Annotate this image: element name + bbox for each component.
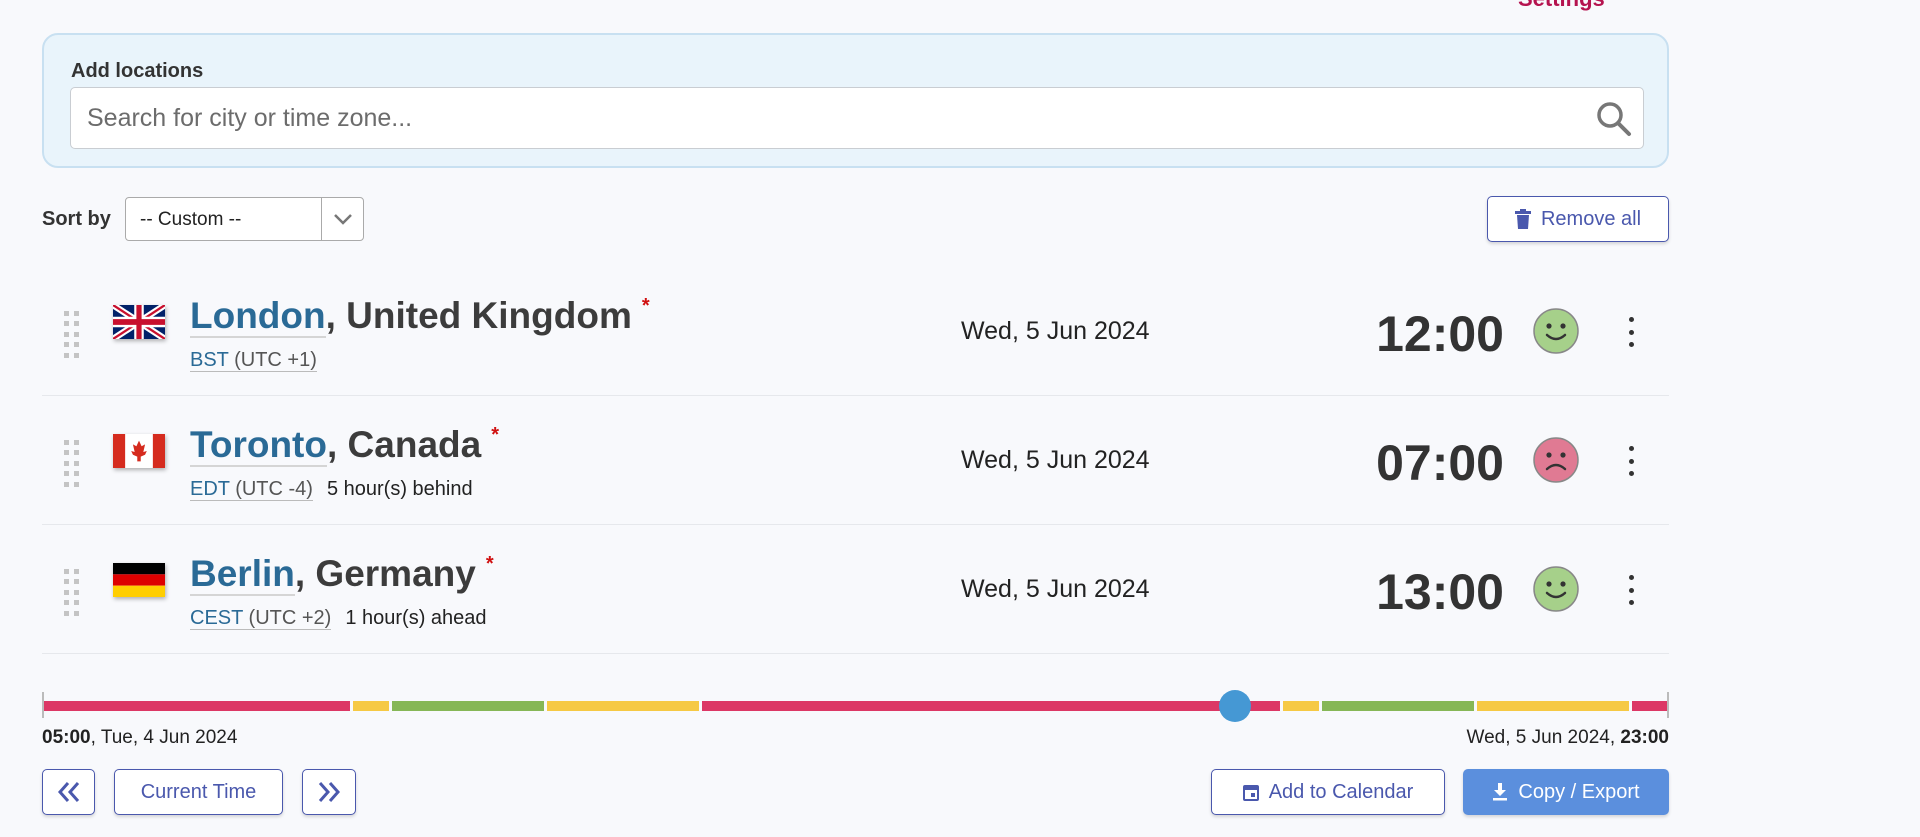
drag-handle-icon[interactable] <box>64 569 82 617</box>
previous-day-button[interactable] <box>42 769 95 815</box>
remove-all-button[interactable]: Remove all <box>1487 196 1669 242</box>
location-date: Wed, 5 Jun 2024 <box>961 575 1150 603</box>
timeline-segment-bad <box>42 701 351 711</box>
required-star-icon: * <box>641 295 650 317</box>
add-to-calendar-label: Add to Calendar <box>1268 780 1414 803</box>
trash-icon <box>1514 209 1531 229</box>
add-locations-panel: Add locations <box>42 33 1669 168</box>
timeline-start-label: 05:00, Tue, 4 Jun 2024 <box>42 727 237 749</box>
flag-de-icon <box>113 563 165 597</box>
timeline-segment-bad <box>702 701 1281 711</box>
search-icon[interactable] <box>1594 99 1634 139</box>
more-options-icon[interactable] <box>1625 446 1637 476</box>
timeline-segment-ok <box>353 701 390 711</box>
city-link[interactable]: London <box>190 295 326 338</box>
timeline-end-tick <box>1667 692 1669 718</box>
happy-face-icon <box>1532 565 1580 613</box>
timeline-segment-good <box>392 701 545 711</box>
city-link[interactable]: Berlin <box>190 553 295 596</box>
search-input[interactable] <box>70 87 1644 149</box>
time-slider[interactable] <box>42 690 1669 722</box>
location-time: 12:00 <box>1376 306 1504 362</box>
end-time: 23:00 <box>1620 727 1669 748</box>
timeline-segment-bad <box>1631 701 1668 711</box>
add-locations-label: Add locations <box>71 60 204 82</box>
flag-uk-icon <box>111 302 167 342</box>
utc-offset: (UTC -4) <box>235 478 313 500</box>
location-name: Berlin, Germany * <box>190 553 494 596</box>
location-time: 13:00 <box>1376 564 1504 620</box>
start-time: 05:00 <box>42 727 91 748</box>
location-date: Wed, 5 Jun 2024 <box>961 446 1150 474</box>
sort-value: -- Custom -- <box>140 209 242 230</box>
slider-knob[interactable] <box>1219 690 1252 722</box>
country: , Germany <box>294 553 476 594</box>
add-to-calendar-button[interactable]: Add to Calendar <box>1211 769 1445 815</box>
current-time-button[interactable]: Current Time <box>114 769 283 815</box>
sort-select[interactable]: -- Custom -- <box>125 197 364 241</box>
timezone-info: BST (UTC +1) <box>190 349 331 372</box>
timeline-segment-ok <box>1476 701 1629 711</box>
location-row: London, United Kingdom * BST (UTC +1) Wed… <box>42 267 1669 396</box>
location-time: 07:00 <box>1376 435 1504 491</box>
double-chevron-left-icon <box>57 782 79 802</box>
location-name: Toronto, Canada * <box>190 424 499 467</box>
chevron-down-icon <box>321 198 363 240</box>
time-difference: 1 hour(s) ahead <box>345 607 487 629</box>
drag-handle-icon[interactable] <box>64 311 82 359</box>
country: , United Kingdom <box>325 295 632 336</box>
flag-ca-icon <box>113 434 165 468</box>
timezone-info: CEST (UTC +2) 1 hour(s) ahead <box>190 607 487 630</box>
next-day-button[interactable] <box>302 769 356 815</box>
copy-export-label: Copy / Export <box>1518 780 1640 803</box>
more-options-icon[interactable] <box>1625 575 1637 605</box>
timezone-link[interactable]: BST <box>190 349 229 371</box>
double-chevron-right-icon <box>318 782 341 802</box>
location-date: Wed, 5 Jun 2024 <box>961 317 1150 345</box>
current-time-label: Current Time <box>140 780 257 803</box>
country: , Canada <box>326 424 482 465</box>
copy-export-button[interactable]: Copy / Export <box>1463 769 1669 815</box>
location-row: Berlin, Germany * CEST (UTC +2) 1 hour(s) … <box>42 525 1669 654</box>
time-difference: 5 hour(s) behind <box>326 478 473 500</box>
city-link[interactable]: Toronto <box>190 424 327 467</box>
timeline-segment-ok <box>1283 701 1319 711</box>
happy-face-icon <box>1532 307 1580 355</box>
download-icon <box>1493 783 1508 801</box>
timeline-end-tick <box>42 692 44 718</box>
location-name: London, United Kingdom * <box>190 295 650 338</box>
utc-offset: (UTC +1) <box>234 349 317 371</box>
sad-face-icon <box>1532 436 1580 484</box>
timezone-info: EDT (UTC -4) 5 hour(s) behind <box>190 478 473 501</box>
timeline-end-label: Wed, 5 Jun 2024, 23:00 <box>1467 727 1669 749</box>
drag-handle-icon[interactable] <box>64 440 82 488</box>
end-date: Wed, 5 Jun 2024, <box>1466 727 1621 748</box>
required-star-icon: * <box>485 553 494 575</box>
timezone-link[interactable]: CEST <box>190 607 243 629</box>
start-date: , Tue, 4 Jun 2024 <box>90 727 238 748</box>
location-row: Toronto, Canada * EDT (UTC -4) 5 hour(s) b… <box>42 396 1669 525</box>
settings-link[interactable]: Settings <box>1518 0 1605 12</box>
sort-by-label: Sort by <box>42 208 111 230</box>
calendar-icon <box>1242 785 1259 801</box>
timeline-segment-ok <box>547 701 700 711</box>
utc-offset: (UTC +2) <box>248 607 332 629</box>
timezone-link[interactable]: EDT <box>190 478 230 500</box>
remove-all-label: Remove all <box>1540 207 1642 230</box>
required-star-icon: * <box>491 424 499 446</box>
timeline-segment-good <box>1321 701 1474 711</box>
more-options-icon[interactable] <box>1625 317 1637 347</box>
